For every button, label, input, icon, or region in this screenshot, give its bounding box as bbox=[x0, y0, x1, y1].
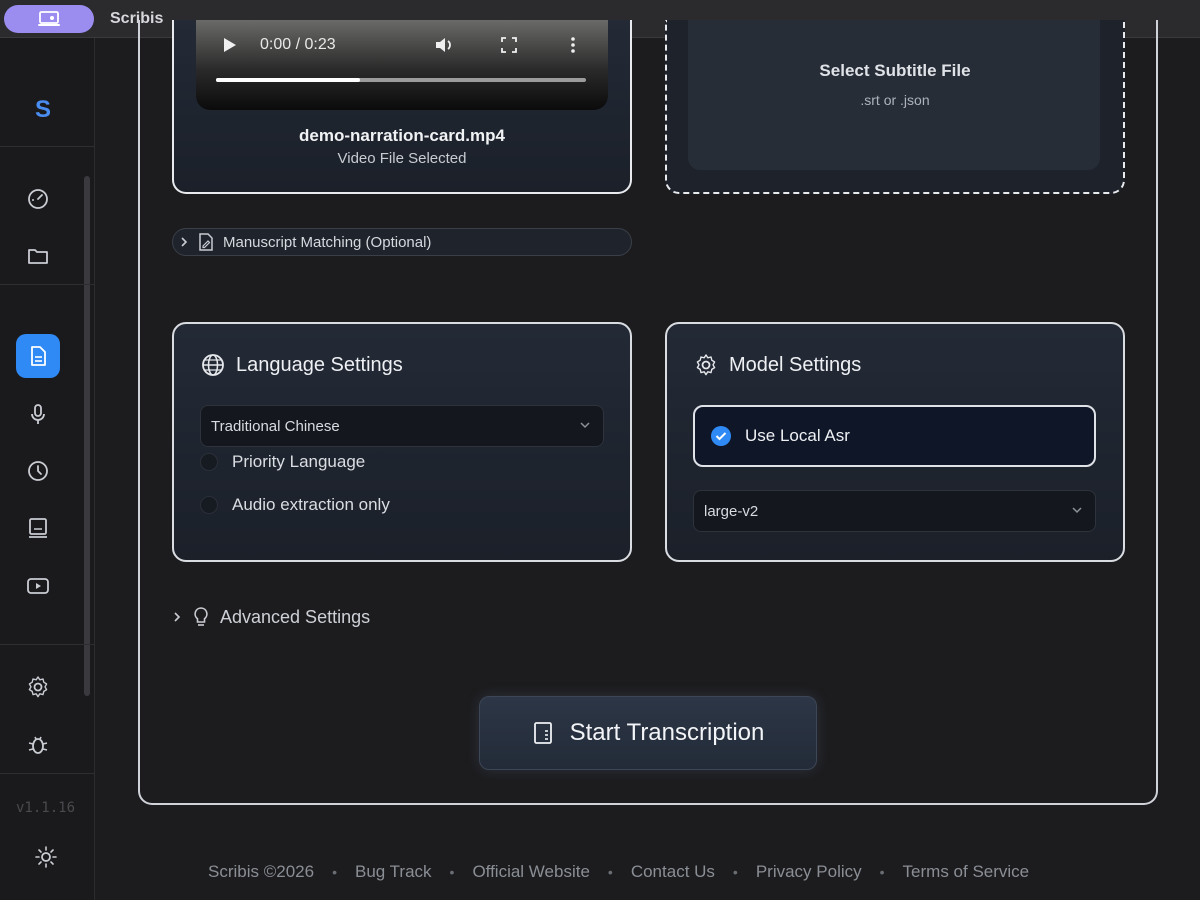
subtitle-dropzone-title: Select Subtitle File bbox=[819, 61, 971, 80]
footer-link-contact-us[interactable]: Contact Us bbox=[631, 862, 715, 882]
microphone-icon bbox=[31, 404, 45, 424]
footer-copyright: Scribis ©2026 bbox=[208, 862, 315, 881]
gear-icon bbox=[696, 354, 716, 376]
video-status: Video File Selected bbox=[337, 150, 467, 167]
chevron-right-icon bbox=[181, 237, 188, 247]
checkmark-icon[interactable] bbox=[711, 426, 731, 446]
document-icon bbox=[31, 346, 46, 366]
audio-extraction-radio[interactable] bbox=[200, 496, 218, 514]
play-button-icon[interactable] bbox=[222, 36, 238, 54]
sidebar-item-dashboard[interactable] bbox=[16, 177, 60, 221]
audio-extraction-option[interactable]: Audio extraction only bbox=[200, 495, 390, 515]
sidebar: S v1.1.16 bbox=[0, 38, 95, 900]
sidebar-item-subtitles[interactable] bbox=[16, 506, 60, 550]
audio-extraction-label: Audio extraction only bbox=[232, 495, 390, 514]
advanced-settings-label: Advanced Settings bbox=[220, 606, 371, 627]
priority-language-label: Priority Language bbox=[232, 452, 366, 471]
folder-icon bbox=[28, 249, 48, 264]
fullscreen-icon[interactable] bbox=[500, 36, 518, 54]
sidebar-scrollbar[interactable] bbox=[84, 176, 90, 696]
app-version: v1.1.16 bbox=[16, 800, 76, 816]
language-settings-header: Language Settings bbox=[200, 352, 403, 378]
video-filename: demo-narration-card.mp4 bbox=[299, 126, 505, 145]
footer-separator: • bbox=[732, 864, 738, 880]
use-local-asr-label: Use Local Asr bbox=[745, 426, 850, 445]
model-settings-title: Model Settings bbox=[729, 353, 862, 376]
sidebar-divider bbox=[0, 644, 95, 645]
video-progress-track[interactable] bbox=[216, 78, 586, 82]
sidebar-divider bbox=[0, 773, 95, 774]
subtitle-dropzone-hint: .srt or .json bbox=[860, 92, 930, 108]
gear-icon bbox=[28, 676, 48, 698]
chevron-right-icon bbox=[174, 612, 181, 622]
priority-language-radio[interactable] bbox=[200, 453, 218, 471]
play-icon bbox=[27, 578, 49, 594]
priority-language-option[interactable]: Priority Language bbox=[200, 452, 365, 472]
sidebar-item-debug[interactable] bbox=[16, 723, 60, 767]
video-progress-fill bbox=[216, 78, 361, 82]
footer-separator: • bbox=[449, 864, 455, 880]
sun-icon bbox=[35, 846, 57, 868]
start-transcription-label: Start Transcription bbox=[569, 719, 765, 746]
footer-link-bug-track[interactable]: Bug Track bbox=[355, 862, 432, 882]
language-settings-title: Language Settings bbox=[236, 353, 403, 376]
document-edit-icon bbox=[199, 233, 213, 251]
language-select[interactable]: Traditional Chinese bbox=[200, 405, 604, 447]
footer-link-privacy-policy[interactable]: Privacy Policy bbox=[756, 862, 862, 882]
document-icon bbox=[533, 722, 552, 744]
language-select-value: Traditional Chinese bbox=[211, 417, 340, 435]
clock-icon bbox=[28, 461, 48, 481]
footer-separator: • bbox=[332, 864, 337, 880]
advanced-settings-toggle[interactable]: Advanced Settings bbox=[172, 606, 370, 628]
model-select[interactable]: large-v2 bbox=[693, 490, 1096, 532]
app-menu-button[interactable] bbox=[4, 5, 94, 33]
sidebar-item-settings[interactable] bbox=[16, 665, 60, 709]
sidebar-divider bbox=[0, 284, 95, 285]
lightbulb-icon bbox=[194, 607, 208, 626]
chevron-down-icon bbox=[580, 422, 590, 429]
more-options-icon[interactable] bbox=[570, 36, 576, 54]
footer-link-terms-of-service[interactable]: Terms of Service bbox=[903, 862, 1030, 882]
bug-icon bbox=[28, 736, 48, 754]
chevron-down-icon bbox=[1072, 507, 1082, 514]
theme-toggle-button[interactable] bbox=[24, 835, 68, 879]
gauge-icon bbox=[28, 189, 48, 209]
sidebar-item-files[interactable] bbox=[16, 234, 60, 278]
footer: Scribis ©2026 • Bug Track • Official Web… bbox=[208, 860, 1108, 884]
manuscript-matching-toggle[interactable]: Manuscript Matching (Optional) bbox=[172, 228, 632, 256]
app-logo: S bbox=[34, 96, 51, 123]
sidebar-item-youtube[interactable] bbox=[16, 564, 60, 608]
monitor-icon bbox=[29, 518, 47, 538]
use-local-asr-toggle[interactable]: Use Local Asr bbox=[693, 405, 1096, 467]
model-select-value: large-v2 bbox=[704, 502, 759, 520]
footer-link-official-website[interactable]: Official Website bbox=[472, 862, 589, 882]
video-player[interactable]: 0:00 / 0:23 bbox=[196, 20, 608, 110]
sidebar-item-transcribe[interactable] bbox=[16, 334, 60, 378]
video-time-display: 0:00 / 0:23 bbox=[260, 36, 336, 53]
globe-icon bbox=[202, 354, 224, 376]
footer-separator: • bbox=[879, 864, 885, 880]
model-settings-header: Model Settings bbox=[693, 352, 861, 378]
start-transcription-button[interactable]: Start Transcription bbox=[479, 696, 817, 770]
footer-separator: • bbox=[607, 864, 613, 880]
sidebar-item-record[interactable] bbox=[16, 392, 60, 436]
sidebar-item-history[interactable] bbox=[16, 449, 60, 493]
manuscript-matching-label: Manuscript Matching (Optional) bbox=[223, 233, 432, 251]
sidebar-divider bbox=[0, 146, 95, 147]
volume-icon[interactable] bbox=[434, 36, 456, 54]
laptop-user-icon bbox=[38, 11, 60, 26]
